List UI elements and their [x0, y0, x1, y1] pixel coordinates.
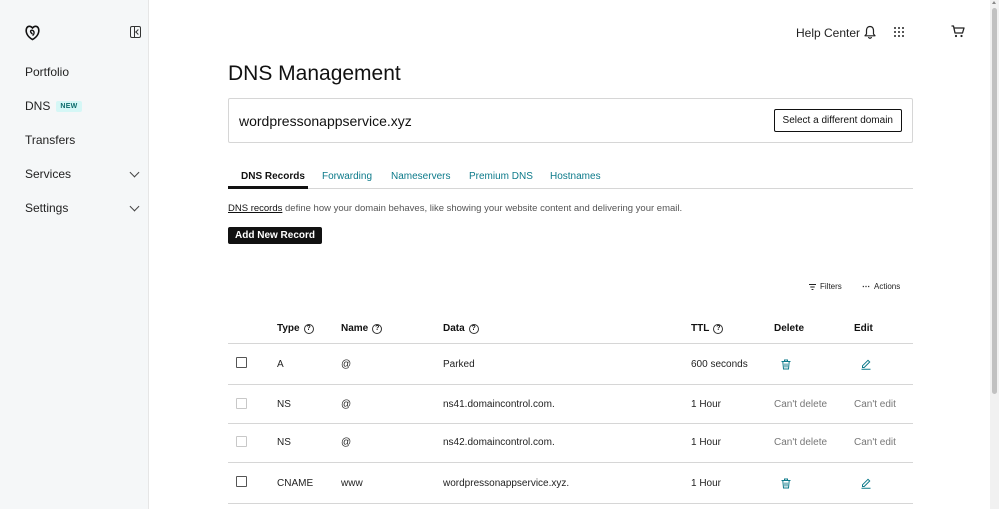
sidebar-item-settings[interactable]: Settings	[25, 201, 141, 215]
cant-delete-label: Can't delete	[774, 437, 828, 448]
tab-forwarding[interactable]: Forwarding	[322, 171, 372, 182]
trash-icon[interactable]	[781, 478, 791, 489]
table-row: NS @ ns41.domaincontrol.com. 1 Hour Can'…	[228, 385, 913, 424]
header-label: TTL	[691, 323, 710, 334]
apps-grid-icon[interactable]	[894, 27, 904, 37]
table-row: NS @ ns42.domaincontrol.com. 1 Hour Can'…	[228, 424, 913, 463]
table-row: CNAME www wordpressonappservice.xyz. 1 H…	[228, 463, 913, 504]
header-label: Edit	[854, 323, 873, 334]
page-title: DNS Management	[228, 62, 401, 85]
help-icon[interactable]: ?	[468, 323, 479, 334]
help-center-link[interactable]: Help Center	[796, 26, 860, 40]
header-label: Delete	[774, 323, 805, 334]
record-type: NS	[277, 437, 291, 448]
actions-label: Actions	[874, 282, 901, 291]
sidebar-item-label: Transfers	[25, 133, 76, 147]
sidebar-item-label: Services	[25, 167, 72, 181]
scrollbar[interactable]	[990, 0, 999, 509]
record-data: Parked	[443, 359, 475, 370]
sidebar-item-services[interactable]: Services	[25, 167, 141, 181]
sidebar-collapse-icon[interactable]	[130, 26, 141, 38]
record-type: A	[277, 359, 284, 370]
sidebar-item-label: Portfolio	[25, 65, 70, 79]
chevron-down-icon	[129, 167, 140, 177]
row-checkbox	[236, 398, 247, 409]
record-type: CNAME	[277, 478, 314, 489]
cant-edit-label: Can't edit	[854, 437, 896, 448]
tab-dns-records[interactable]: DNS Records	[241, 171, 305, 182]
sidebar-item-transfers[interactable]: Transfers	[25, 133, 141, 147]
more-dots-icon: ⋯	[862, 282, 870, 291]
column-header-data[interactable]: Data?	[443, 323, 479, 334]
record-name: @	[341, 399, 352, 410]
actions-button[interactable]: ⋯ Actions	[862, 282, 900, 291]
tab-nameservers[interactable]: Nameservers	[391, 171, 450, 182]
header-label: Data	[443, 323, 465, 334]
description-text: define how your domain behaves, like sho…	[282, 203, 683, 214]
description: DNS records define how your domain behav…	[228, 203, 682, 214]
record-ttl: 600 seconds	[691, 359, 748, 370]
help-icon[interactable]: ?	[372, 323, 383, 334]
sidebar: Portfolio DNS NEW Transfers Services Set…	[0, 0, 149, 509]
trash-icon[interactable]	[781, 359, 791, 370]
chevron-down-icon	[129, 201, 140, 211]
record-name: @	[341, 359, 352, 370]
sidebar-item-label: DNS	[25, 99, 51, 113]
record-data: ns42.domaincontrol.com.	[443, 437, 555, 448]
filters-button[interactable]: Filters	[809, 282, 842, 291]
sidebar-item-dns[interactable]: DNS NEW	[25, 99, 141, 113]
domain-card: wordpressonappservice.xyz Select a diffe…	[228, 98, 913, 143]
record-ttl: 1 Hour	[691, 478, 722, 489]
help-icon[interactable]: ?	[303, 323, 314, 334]
help-icon[interactable]: ?	[713, 323, 724, 334]
bell-icon[interactable]	[864, 25, 876, 39]
add-new-record-button[interactable]: Add New Record	[228, 227, 323, 244]
dns-records-link[interactable]: DNS records	[228, 203, 282, 214]
column-header-edit: Edit	[854, 323, 873, 334]
select-domain-button[interactable]: Select a different domain	[773, 109, 902, 132]
column-header-ttl[interactable]: TTL?	[691, 323, 724, 334]
scroll-thumb[interactable]	[992, 8, 997, 394]
godaddy-logo-icon[interactable]	[24, 24, 41, 41]
pencil-icon[interactable]	[861, 359, 871, 370]
tab-premium-dns[interactable]: Premium DNS	[469, 171, 533, 182]
sidebar-item-label: Settings	[25, 201, 69, 215]
column-header-type[interactable]: Type?	[277, 323, 314, 334]
record-ttl: 1 Hour	[691, 437, 722, 448]
record-ttl: 1 Hour	[691, 399, 722, 410]
column-header-name[interactable]: Name?	[341, 323, 383, 334]
row-checkbox	[236, 436, 247, 447]
cant-edit-label: Can't edit	[854, 399, 896, 410]
active-tab-indicator	[228, 186, 308, 189]
record-type: NS	[277, 399, 291, 410]
domain-name: wordpressonappservice.xyz	[239, 113, 412, 129]
record-name: www	[341, 478, 363, 489]
row-checkbox[interactable]	[236, 476, 247, 487]
filters-label: Filters	[820, 282, 842, 291]
scroll-up-arrow-icon[interactable]	[992, 1, 996, 4]
column-header-delete: Delete	[774, 323, 804, 334]
new-badge: NEW	[56, 100, 82, 112]
header-label: Type	[277, 323, 300, 334]
tab-hostnames[interactable]: Hostnames	[550, 171, 601, 182]
cant-delete-label: Can't delete	[774, 399, 828, 410]
pencil-icon[interactable]	[861, 478, 871, 489]
dns-records-table: Type? Name? Data? TTL? Delete Edit A @ P…	[228, 312, 913, 504]
record-name: @	[341, 437, 352, 448]
record-data: wordpressonappservice.xyz.	[443, 478, 570, 489]
record-data: ns41.domaincontrol.com.	[443, 399, 555, 410]
header-label: Name	[341, 323, 369, 334]
filter-icon	[809, 283, 816, 290]
table-header: Type? Name? Data? TTL? Delete Edit	[228, 312, 913, 344]
cart-icon[interactable]	[951, 25, 965, 38]
tabs: DNS Records Forwarding Nameservers Premi…	[228, 167, 913, 189]
table-row: A @ Parked 600 seconds	[228, 344, 913, 385]
sidebar-item-portfolio[interactable]: Portfolio	[25, 65, 141, 79]
row-checkbox[interactable]	[236, 357, 247, 368]
